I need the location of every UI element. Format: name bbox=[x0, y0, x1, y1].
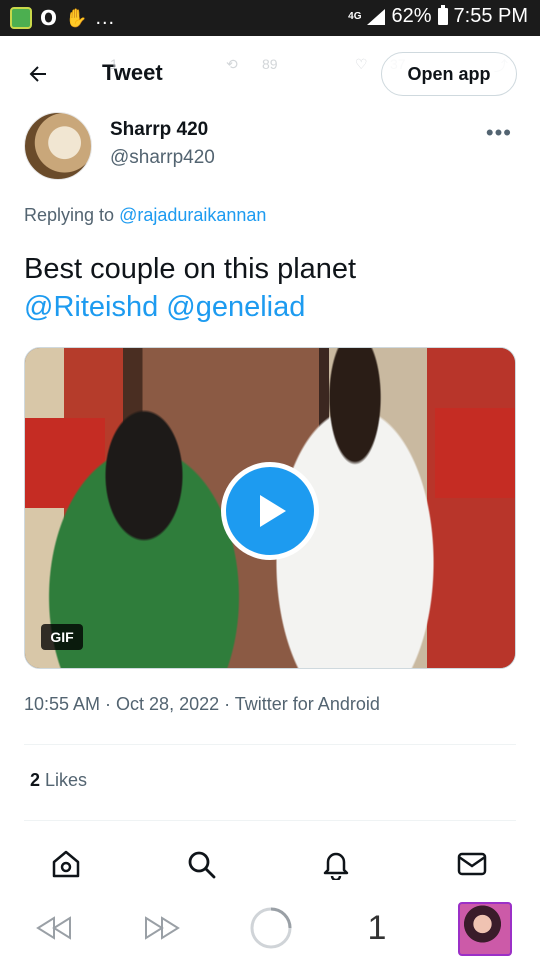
likes-label: Likes bbox=[40, 770, 88, 790]
status-bar: O ✋ ... 4G 62% 7:55 PM bbox=[0, 0, 540, 36]
bottom-navigation bbox=[0, 828, 540, 898]
spinner-icon bbox=[250, 907, 292, 949]
author-display-name[interactable]: Sharrp 420 bbox=[110, 119, 208, 141]
tweet-media-gif[interactable]: GIF bbox=[24, 347, 516, 669]
o-notification-icon: O bbox=[40, 6, 58, 30]
ghost-retweet-count: 89 bbox=[262, 56, 278, 72]
replying-to-line: Replying to @rajaduraikannan bbox=[24, 205, 266, 226]
play-button[interactable] bbox=[221, 462, 319, 560]
status-time: 7:55 PM bbox=[453, 5, 528, 27]
likes-count: 2 bbox=[30, 770, 41, 790]
ghost-reply-count: 1 bbox=[110, 56, 118, 72]
bell-icon-svg bbox=[323, 852, 349, 880]
home-icon-svg bbox=[52, 850, 80, 878]
status-bar-right: 4G 62% 7:55 PM bbox=[348, 5, 528, 28]
divider bbox=[24, 820, 516, 821]
replying-to-mention[interactable]: @rajaduraikannan bbox=[119, 205, 266, 225]
play-icon bbox=[260, 495, 286, 527]
likes-count-link[interactable]: 2 Likes bbox=[30, 770, 87, 791]
tweet-header: Tweet 1 ⟲ 89 ♡ 37 ⤴ Open app bbox=[0, 36, 540, 110]
tweet-timestamp[interactable]: 10:55 AM · Oct 28, 2022 · Twitter for An… bbox=[24, 694, 380, 715]
fast-forward-icon bbox=[145, 916, 180, 940]
tweet-text-main: Best couple on this planet bbox=[24, 253, 357, 285]
tab-count[interactable]: 1 bbox=[362, 908, 392, 948]
ghost-retweet-icon: ⟲ bbox=[226, 56, 238, 72]
more-options-icon[interactable]: ••• bbox=[486, 120, 512, 146]
envelope-icon-svg bbox=[457, 852, 487, 876]
divider bbox=[24, 744, 516, 745]
battery-percent: 62% bbox=[391, 5, 432, 27]
tweet-mention-2[interactable]: @geneliad bbox=[166, 291, 305, 323]
status-overflow: ... bbox=[95, 6, 116, 29]
profile-thumbnail[interactable] bbox=[458, 902, 512, 956]
tweet-mention-1[interactable]: @Riteishd bbox=[24, 291, 158, 323]
app-notification-icon bbox=[10, 7, 32, 29]
tweet-text: Best couple on this planet @Riteishd @ge… bbox=[24, 250, 516, 326]
browser-back-icon[interactable] bbox=[34, 908, 74, 948]
back-arrow-icon bbox=[29, 66, 46, 82]
status-bar-left: O ✋ ... bbox=[10, 6, 115, 30]
hand-notification-icon: ✋ bbox=[65, 7, 88, 28]
battery-icon bbox=[437, 5, 448, 25]
author-handle[interactable]: @sharrp420 bbox=[110, 147, 215, 169]
signal-icon bbox=[367, 8, 386, 25]
home-icon[interactable] bbox=[48, 846, 84, 882]
ghost-like-icon: ♡ bbox=[355, 56, 368, 72]
gif-badge: GIF bbox=[41, 624, 83, 650]
browser-forward-icon[interactable] bbox=[142, 908, 182, 948]
back-button[interactable] bbox=[18, 54, 58, 94]
network-type: 4G bbox=[348, 10, 362, 22]
browser-toolbar: 1 bbox=[0, 898, 540, 960]
tweet-author: Sharrp 420 @sharrp420 ••• bbox=[24, 112, 516, 182]
loading-spinner-icon[interactable] bbox=[248, 907, 294, 949]
replying-prefix: Replying to bbox=[24, 205, 120, 225]
open-app-button[interactable]: Open app bbox=[381, 52, 517, 96]
messages-icon[interactable] bbox=[454, 846, 490, 882]
search-icon[interactable] bbox=[183, 846, 219, 882]
rewind-icon bbox=[36, 916, 71, 940]
avatar[interactable] bbox=[24, 112, 92, 180]
notifications-icon[interactable] bbox=[318, 846, 354, 882]
search-icon-svg bbox=[188, 851, 216, 879]
